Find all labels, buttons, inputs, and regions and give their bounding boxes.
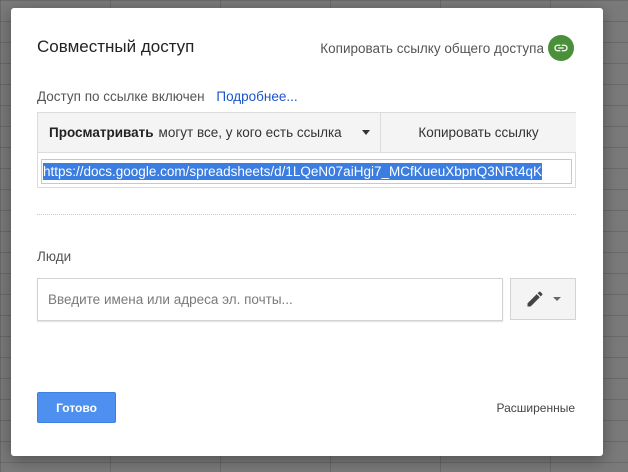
dialog-title: Совместный доступ xyxy=(37,37,195,56)
chevron-down-icon xyxy=(553,297,561,301)
copy-public-link-label: Копировать ссылку общего доступа xyxy=(320,40,544,56)
dropdown-arrow-icon xyxy=(362,130,370,135)
advanced-settings-link[interactable]: Расширенные xyxy=(496,401,575,415)
permission-dropdown[interactable]: Просматривать могут все, у кого есть ссы… xyxy=(38,113,381,153)
copy-public-link-button[interactable]: Копировать ссылку общего доступа xyxy=(320,35,574,61)
link-icon[interactable] xyxy=(548,35,574,61)
pencil-icon xyxy=(527,291,543,307)
people-input[interactable] xyxy=(37,278,503,321)
link-access-status: Доступ по ссылке включен Подробнее... xyxy=(37,89,298,104)
share-dialog: Совместный доступ Копировать ссылку обще… xyxy=(11,8,603,456)
learn-more-link[interactable]: Подробнее... xyxy=(216,89,297,104)
permission-scope: могут все, у кого есть ссылка xyxy=(158,125,342,140)
permission-role: Просматривать xyxy=(49,125,154,140)
people-label: Люди xyxy=(37,249,72,264)
link-sharing-box: Просматривать могут все, у кого есть ссы… xyxy=(37,112,576,188)
link-access-status-text: Доступ по ссылке включен xyxy=(37,89,205,104)
share-url-text: https://docs.google.com/spreadsheets/d/1… xyxy=(43,163,543,180)
permission-menu-button[interactable] xyxy=(510,278,576,320)
share-url-field[interactable]: https://docs.google.com/spreadsheets/d/1… xyxy=(41,159,572,184)
section-divider xyxy=(37,214,576,215)
done-button[interactable]: Готово xyxy=(37,392,116,423)
copy-link-button[interactable]: Копировать ссылку xyxy=(381,113,576,153)
